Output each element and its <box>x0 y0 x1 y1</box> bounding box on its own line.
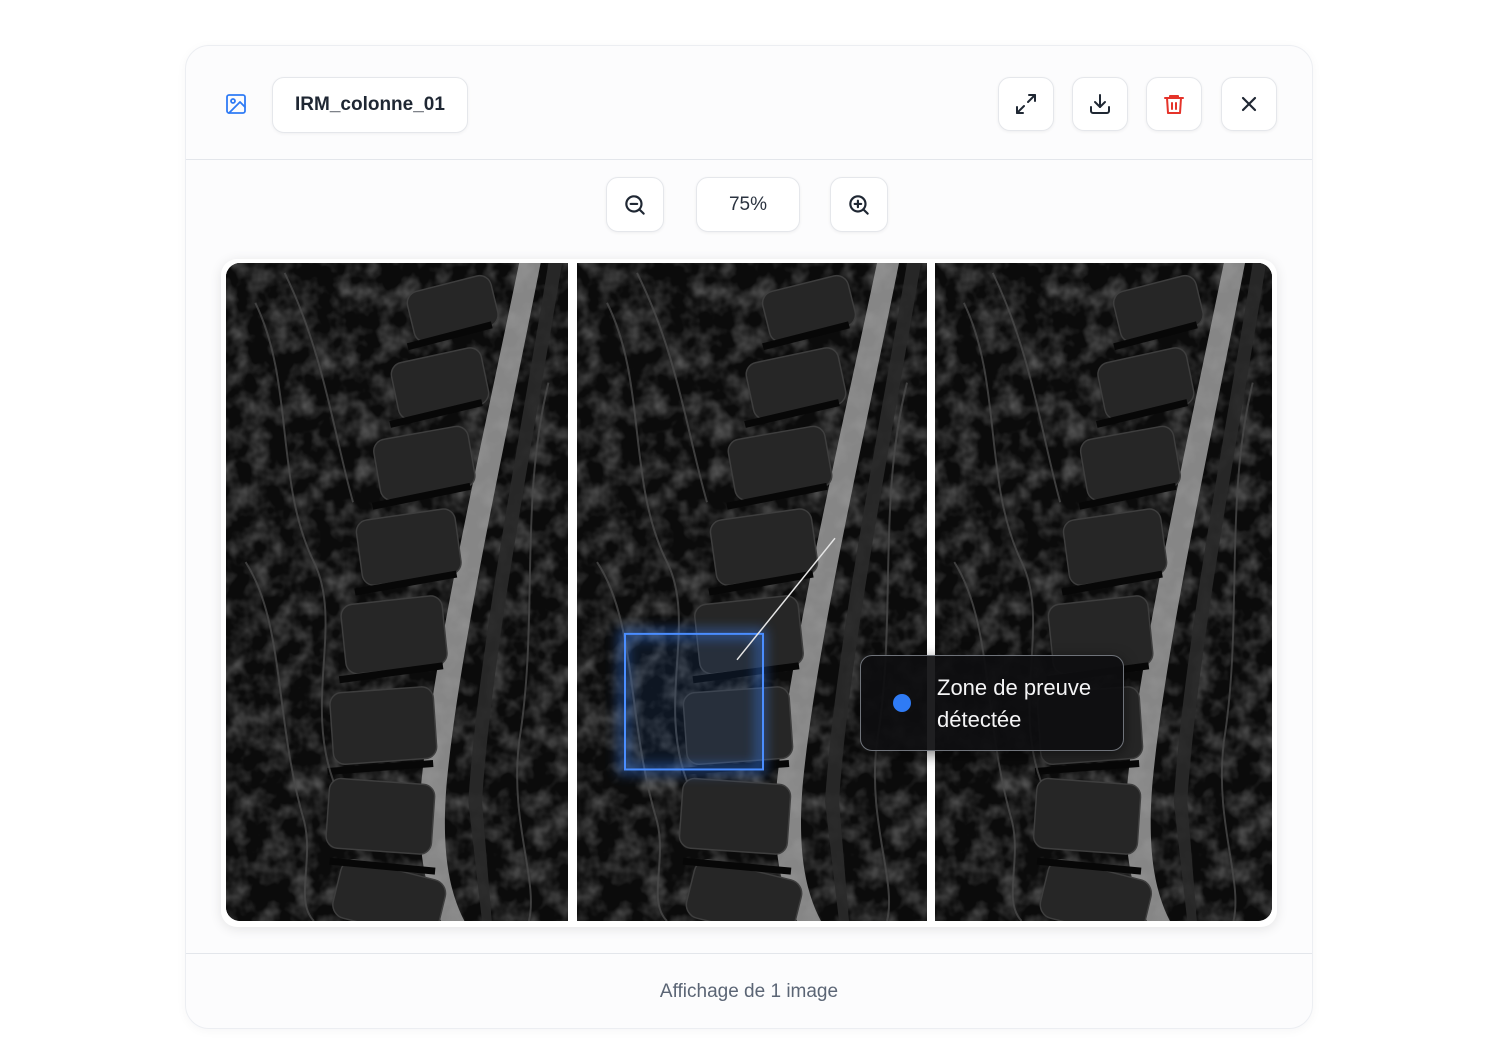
mri-image <box>935 263 1272 921</box>
expand-button[interactable] <box>998 77 1054 131</box>
zoom-toolbar: 75% <box>186 177 1312 233</box>
trash-icon <box>1164 95 1184 114</box>
viewer-header: IRM_colonne_01 <box>186 46 1312 160</box>
zoom-out-icon <box>625 194 645 215</box>
expand-icon <box>1016 94 1036 114</box>
download-button[interactable] <box>1072 77 1128 131</box>
mri-slice-center <box>577 263 927 921</box>
mri-image <box>577 263 927 921</box>
close-button[interactable] <box>1221 77 1277 131</box>
evidence-tooltip: Zone de preuve détectée <box>860 655 1124 751</box>
evidence-dot-icon <box>893 694 911 712</box>
mri-slice-left <box>226 263 568 921</box>
zoom-level-display[interactable]: 75% <box>696 177 800 232</box>
file-name-chip[interactable]: IRM_colonne_01 <box>272 77 468 133</box>
evidence-label: Zone de preuve détectée <box>937 675 1092 732</box>
download-icon <box>1090 94 1110 114</box>
close-icon <box>1241 96 1257 112</box>
mri-slice-right <box>935 263 1272 921</box>
image-stage[interactable]: Zone de preuve détectée <box>221 259 1277 927</box>
image-count-status: Affichage de 1 image <box>659 980 839 1002</box>
zoom-in-icon <box>849 194 869 215</box>
image-viewer-card: IRM_colonne_01 75% Zone de preuve détect… <box>185 45 1313 1029</box>
image-icon <box>226 94 246 114</box>
delete-button[interactable] <box>1146 77 1202 131</box>
zoom-in-button[interactable] <box>830 177 888 232</box>
viewer-footer: Affichage de 1 image <box>186 953 1312 1028</box>
mri-image <box>226 263 568 921</box>
zoom-out-button[interactable] <box>606 177 664 232</box>
